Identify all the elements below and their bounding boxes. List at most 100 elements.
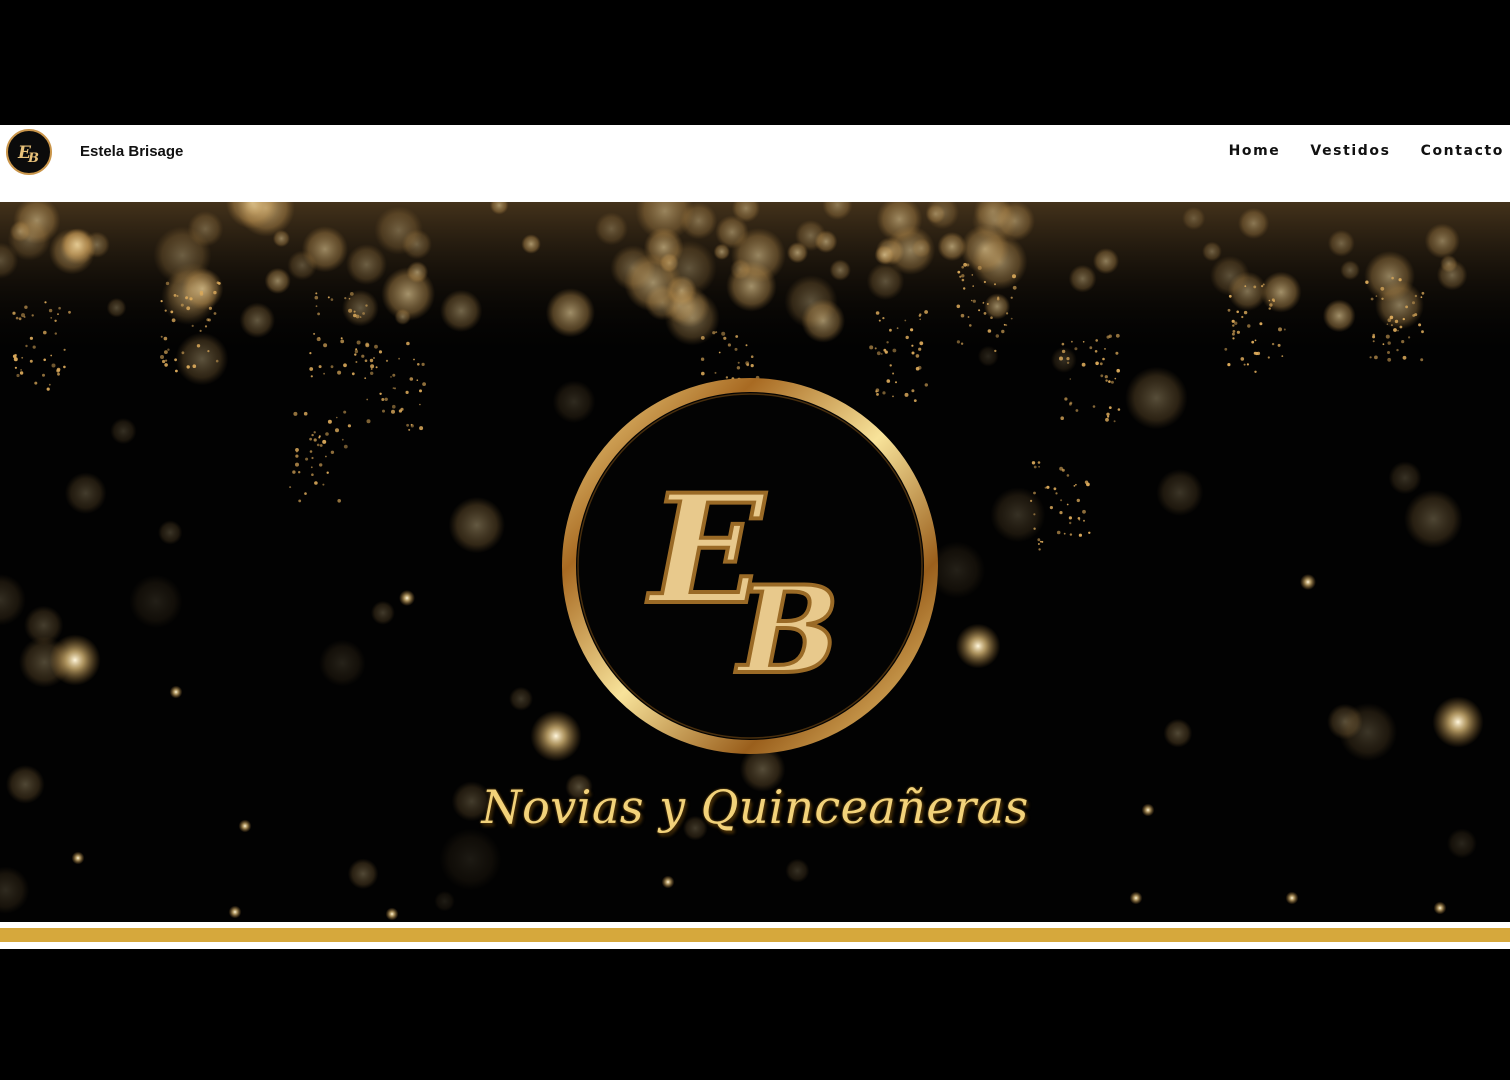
sparkle: [49, 634, 101, 686]
glitter-dot: [904, 392, 909, 397]
svg-text:B: B: [27, 151, 39, 166]
bokeh-light: [1068, 264, 1097, 293]
sparkle: [1129, 891, 1143, 905]
glitter-dot: [1046, 485, 1050, 489]
glitter-dot: [413, 358, 415, 361]
bokeh-light: [394, 308, 411, 325]
glitter-dot: [1387, 351, 1390, 354]
glitter-dot: [745, 344, 748, 347]
bokeh-light: [1092, 248, 1120, 275]
hero-logo: E B: [562, 378, 938, 754]
glitter-dot: [186, 306, 191, 311]
glitter-dot: [1277, 343, 1281, 347]
glitter-dot: [318, 365, 322, 369]
glitter-dot: [714, 371, 717, 374]
glitter-dot: [365, 343, 370, 348]
nav-home[interactable]: Home: [1229, 143, 1281, 159]
glitter-dot: [192, 364, 197, 368]
glitter-dot: [165, 359, 168, 362]
glitter-dot: [309, 450, 313, 453]
brand-name[interactable]: Estela Brisage: [80, 143, 183, 160]
glitter-dot: [34, 381, 38, 385]
glitter-dot: [382, 409, 385, 413]
glitter-dot: [1033, 513, 1036, 516]
glitter-dot: [57, 372, 60, 376]
bokeh-light: [129, 574, 183, 629]
glitter-dot: [186, 365, 190, 369]
glitter-dot: [1243, 310, 1248, 315]
glitter-dot: [913, 399, 917, 402]
nav-contacto[interactable]: Contacto: [1421, 143, 1504, 159]
glitter-dot: [959, 275, 962, 278]
glitter-dot: [1099, 362, 1103, 366]
glitter-dot: [392, 373, 396, 377]
glitter-dot: [316, 337, 321, 342]
hero-tagline: Novias y Quinceañeras: [481, 780, 1029, 834]
glitter-dot: [1038, 465, 1040, 468]
glitter-dot: [878, 319, 881, 322]
nav-vestidos[interactable]: Vestidos: [1310, 143, 1390, 159]
glitter-dot: [1375, 295, 1378, 297]
page: E B Estela Brisage Home Vestidos Contact…: [0, 0, 1510, 1080]
glitter-dot: [1110, 380, 1114, 384]
glitter-dot: [379, 392, 382, 395]
glitter-dot: [31, 314, 34, 317]
glitter-dot: [313, 332, 316, 335]
glitter-dot: [175, 369, 178, 373]
bokeh-light: [715, 215, 749, 249]
glitter-dot: [896, 327, 899, 330]
glitter-dot: [1089, 346, 1093, 350]
glitter-dot: [969, 324, 972, 327]
bokeh-light: [795, 219, 827, 252]
glitter-dot: [1078, 519, 1081, 521]
glitter-dot: [1106, 412, 1110, 416]
glitter-dot: [410, 423, 413, 426]
glitter-dot: [1082, 509, 1086, 514]
glitter-dot: [1243, 363, 1246, 366]
glitter-dot: [309, 352, 312, 355]
glitter-dot: [963, 262, 967, 267]
glitter-dot: [1033, 491, 1036, 495]
bokeh-light: [187, 211, 224, 247]
glitter-dot: [405, 390, 409, 394]
glitter-dot: [1064, 397, 1068, 401]
bokeh-light: [829, 259, 851, 281]
bokeh-light: [1163, 718, 1193, 748]
glitter-dot: [1059, 356, 1063, 361]
glitter-dot: [1060, 416, 1064, 420]
glitter-dot: [408, 428, 411, 431]
brand-logo-icon[interactable]: E B: [6, 129, 52, 175]
glitter-dot: [317, 312, 320, 316]
glitter-dot: [1075, 409, 1079, 412]
glitter-dot: [1076, 498, 1081, 503]
glitter-dot: [1365, 280, 1369, 284]
glitter-dot: [15, 316, 19, 320]
glitter-dot: [971, 274, 974, 276]
glitter-dot: [875, 390, 878, 393]
glitter-dot: [1374, 355, 1378, 360]
glitter-dot: [1108, 406, 1112, 409]
sparkle: [661, 875, 675, 889]
glitter-dot: [1092, 405, 1096, 408]
glitter-dot: [46, 387, 50, 391]
glitter-dot: [869, 345, 874, 350]
glitter-dot: [1254, 370, 1257, 373]
glitter-dot: [1247, 324, 1251, 328]
glitter-dot: [326, 471, 329, 474]
glitter-dot: [1107, 415, 1110, 418]
glitter-dot: [398, 357, 400, 360]
glitter-dot: [199, 329, 202, 332]
site-header: E B Estela Brisage Home Vestidos Contact…: [0, 125, 1510, 202]
bokeh-light: [594, 212, 629, 246]
glitter-dot: [1075, 483, 1077, 486]
glitter-dot: [1397, 329, 1399, 332]
glitter-dot: [961, 274, 965, 278]
glitter-dot: [1012, 274, 1016, 279]
glitter-dot: [366, 419, 371, 424]
glitter-dot: [1038, 548, 1041, 551]
sparkle: [1433, 901, 1447, 915]
bokeh-light: [347, 858, 379, 890]
glitter-dot: [1259, 322, 1263, 326]
glitter-dot: [160, 300, 163, 303]
glitter-dot: [1271, 342, 1275, 346]
